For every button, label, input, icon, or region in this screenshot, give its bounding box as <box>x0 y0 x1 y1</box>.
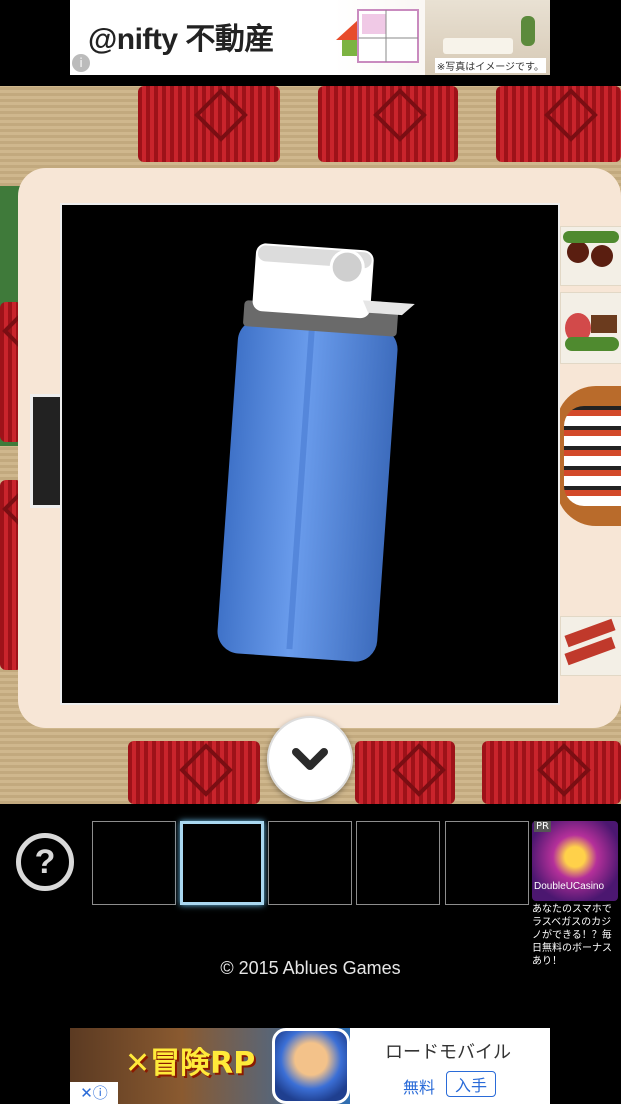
sushi-boat <box>556 386 621 526</box>
ad-company-name: ロードモバイル <box>385 1042 511 1063</box>
ad-info-icon[interactable]: i <box>72 54 90 72</box>
copyright-text: © 2015 Ablues Games <box>220 958 401 978</box>
zabuton-cushion <box>128 741 260 804</box>
food-plate <box>560 616 621 676</box>
floorplan-image <box>357 9 419 63</box>
close-inspect-button[interactable] <box>267 716 353 802</box>
pr-badge: PR <box>534 821 551 832</box>
zabuton-cushion <box>355 741 455 804</box>
top-banner-ad[interactable]: @nifty 不動産 i ※写真はイメージです。 <box>70 0 550 75</box>
game-app-icon <box>272 1028 350 1104</box>
inventory-slot-4[interactable] <box>356 821 440 905</box>
chevron-down-icon <box>292 748 328 770</box>
bottom-banner-ad[interactable]: ✕冒険RP ロードモバイル 無料 入手 ✕ⓘ <box>70 1028 550 1104</box>
ad-brand-text: @nifty 不動産 <box>88 23 274 56</box>
ad-app-name: DoubleUCasino <box>534 881 605 892</box>
help-button[interactable]: ? <box>16 833 74 891</box>
inventory-slot-3[interactable] <box>268 821 352 905</box>
item-inspect-panel <box>60 203 560 705</box>
ad-free-label: 無料 <box>403 1078 436 1097</box>
ad-headline: ✕冒険RP <box>125 1046 256 1081</box>
food-plate <box>560 292 621 364</box>
ad-close-info-icon[interactable]: ✕ⓘ <box>70 1082 118 1104</box>
zabuton-cushion <box>496 86 621 162</box>
ad-caption: ※写真はイメージです。 <box>434 58 546 73</box>
inventory-slot-5[interactable] <box>445 821 529 905</box>
inventory-slot-2[interactable] <box>180 821 264 905</box>
zabuton-cushion <box>138 86 280 162</box>
zabuton-cushion <box>318 86 458 162</box>
zabuton-cushion <box>482 741 621 804</box>
food-plate <box>560 226 621 286</box>
side-app-ad[interactable]: PR DoubleUCasino あなたのスマホでラスベガスのカジノができる！？… <box>532 821 618 967</box>
inventory-slot-1[interactable] <box>92 821 176 905</box>
lighter-item-image <box>217 243 415 662</box>
ad-get-button[interactable]: 入手 <box>446 1071 497 1097</box>
